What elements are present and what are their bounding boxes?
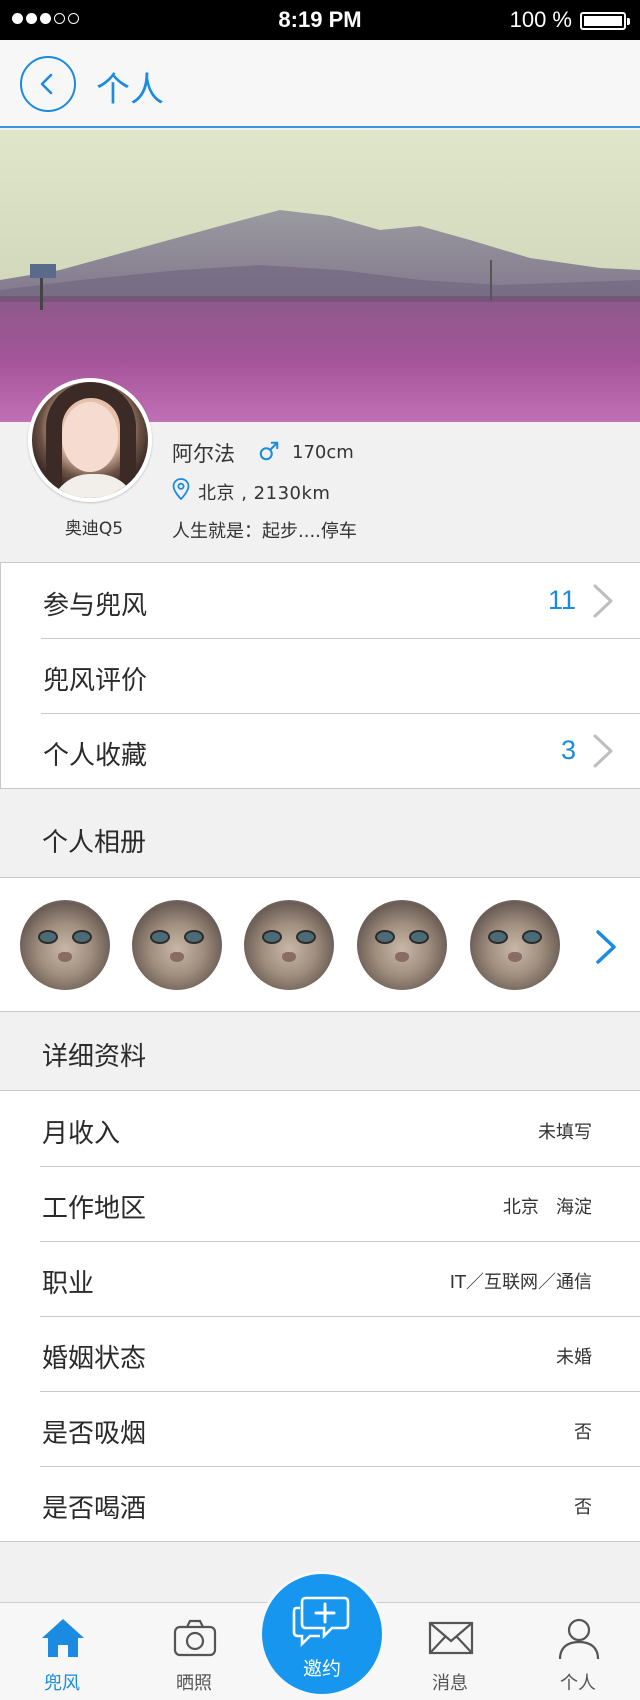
album-header: 个人相册: [0, 799, 640, 877]
detail-row-smoking[interactable]: 是否吸烟 否: [0, 1391, 640, 1466]
section-title: 详细资料: [42, 1042, 147, 1072]
detail-label: 是否吸烟: [42, 1419, 147, 1449]
detail-value: 否: [574, 1422, 592, 1443]
tab-label: 兜风: [44, 1673, 80, 1694]
chat-plus-icon: [292, 1596, 350, 1648]
male-icon: [259, 441, 279, 461]
battery-icon: [580, 12, 630, 30]
detail-label: 婚姻状态: [42, 1344, 147, 1374]
detail-row-occupation[interactable]: 职业 IT／互联网／通信: [0, 1241, 640, 1316]
car-model: 奥迪Q5: [64, 519, 124, 539]
avatar[interactable]: [28, 378, 152, 502]
detail-label: 是否喝酒: [42, 1494, 147, 1524]
chevron-right-icon: [593, 584, 613, 618]
detail-value: IT／互联网／通信: [449, 1272, 592, 1293]
page-title: 个人: [96, 70, 164, 110]
home-icon: [42, 1619, 84, 1657]
favorites-count: 3: [560, 735, 576, 765]
camera-icon: [173, 1619, 217, 1657]
album-photo[interactable]: [357, 900, 447, 990]
invite-button[interactable]: 邀约: [262, 1574, 382, 1694]
user-height: 170cm: [292, 442, 354, 463]
chevron-left-icon: [40, 73, 53, 95]
details-list: 月收入 未填写 工作地区 北京 海淀 职业 IT／互联网／通信 婚姻状态 未婚 …: [0, 1090, 640, 1542]
detail-value: 否: [574, 1497, 592, 1518]
status-bar: 8:19 PM 100 %: [0, 0, 640, 40]
stats-list: 参与兜风 11 兜风评价 个人收藏 3: [0, 562, 640, 789]
list-item-label: 个人收藏: [43, 741, 148, 771]
detail-value: 未婚: [556, 1347, 592, 1368]
album-photo[interactable]: [20, 900, 110, 990]
list-item-rides[interactable]: 参与兜风 11: [1, 563, 640, 638]
tab-photos[interactable]: 晒照: [144, 1603, 244, 1700]
list-item-reviews[interactable]: 兜风评价: [1, 638, 640, 713]
list-item-label: 兜风评价: [43, 666, 148, 696]
detail-label: 工作地区: [42, 1194, 147, 1224]
album-photo[interactable]: [470, 900, 560, 990]
album-photo[interactable]: [244, 900, 334, 990]
rides-count: 11: [547, 585, 576, 615]
user-name: 阿尔法: [172, 442, 235, 466]
user-icon: [558, 1618, 600, 1660]
tab-ride[interactable]: 兜风: [12, 1603, 112, 1700]
tab-profile[interactable]: 个人: [528, 1603, 628, 1700]
detail-row-drinking[interactable]: 是否喝酒 否: [0, 1466, 640, 1541]
navigation-bar: 个人: [0, 40, 640, 128]
album-photo[interactable]: [132, 900, 222, 990]
mail-icon: [428, 1621, 474, 1655]
back-button[interactable]: [20, 56, 76, 112]
tab-label: 个人: [560, 1673, 596, 1694]
chevron-right-icon[interactable]: [594, 928, 618, 966]
photo-album: [0, 877, 640, 1012]
detail-value: 北京 海淀: [502, 1197, 592, 1218]
details-header: 详细资料: [0, 1013, 640, 1091]
chevron-right-icon: [593, 734, 613, 768]
tab-label: 晒照: [176, 1673, 212, 1694]
user-location: 北京 , 2130km: [198, 483, 331, 504]
detail-value: 未填写: [538, 1122, 592, 1143]
invite-label: 邀约: [302, 1658, 341, 1680]
detail-row-work-area[interactable]: 工作地区 北京 海淀: [0, 1166, 640, 1241]
list-item-favorites[interactable]: 个人收藏 3: [1, 713, 640, 788]
battery-percent: 100 %: [509, 7, 572, 32]
tab-label: 消息: [432, 1673, 468, 1694]
tab-messages[interactable]: 消息: [400, 1603, 500, 1700]
detail-row-marital-status[interactable]: 婚姻状态 未婚: [0, 1316, 640, 1391]
list-item-label: 参与兜风: [43, 591, 148, 621]
user-motto: 人生就是：起步....停车: [172, 521, 357, 542]
detail-label: 职业: [42, 1269, 95, 1299]
detail-label: 月收入: [42, 1119, 121, 1149]
detail-row-income[interactable]: 月收入 未填写: [0, 1091, 640, 1166]
location-pin-icon: [172, 478, 190, 500]
section-title: 个人相册: [42, 828, 147, 858]
